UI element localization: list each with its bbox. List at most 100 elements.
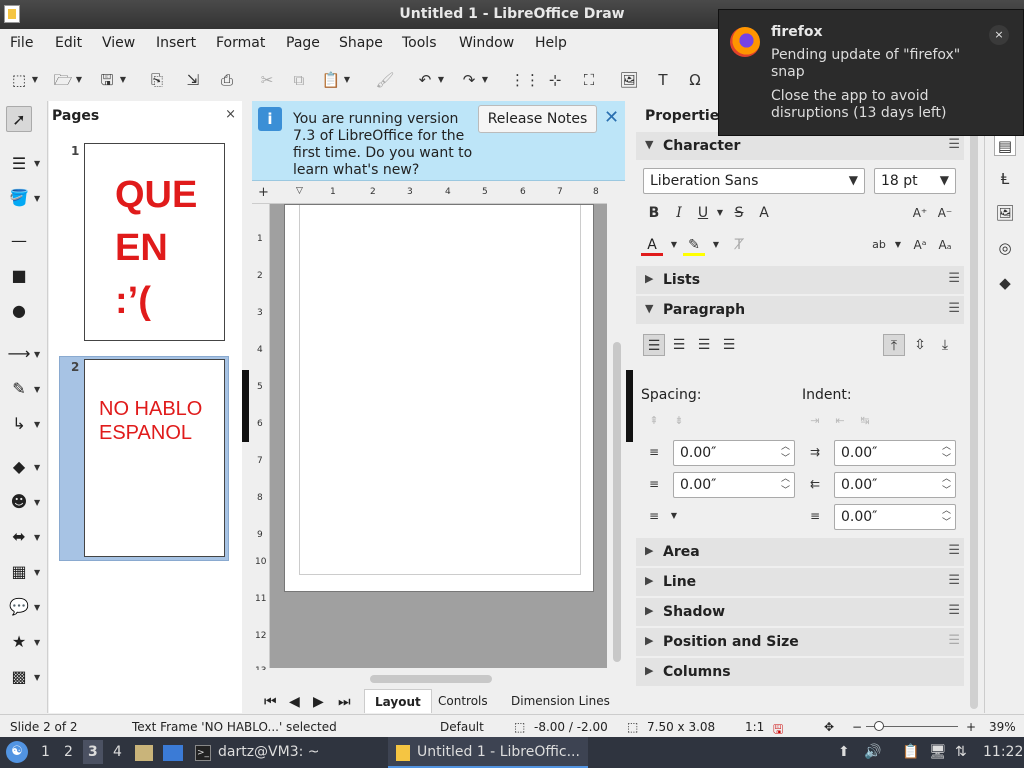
dropdown-arrow-icon[interactable]: ▼ bbox=[30, 69, 40, 91]
section-paragraph[interactable]: ▼ Paragraph ☰ bbox=[636, 296, 964, 324]
subscript-icon[interactable]: Aₐ bbox=[934, 234, 956, 256]
spin-arrows-icon[interactable]: ︿ ﹀ bbox=[942, 473, 951, 497]
menu-page[interactable]: Page bbox=[286, 35, 320, 51]
properties-deck-icon[interactable]: ▤ bbox=[994, 134, 1016, 156]
dropdown-arrow-icon[interactable]: ▼ bbox=[34, 159, 44, 168]
close-icon[interactable]: × bbox=[989, 25, 1009, 45]
section-line[interactable]: ▶ Line ☰ bbox=[636, 568, 964, 596]
page-thumbnail-2[interactable]: NO HABLO ESPANOL bbox=[84, 359, 225, 557]
dropdown-arrow-icon[interactable]: ▼ bbox=[887, 234, 909, 256]
menu-format[interactable]: Format bbox=[216, 35, 265, 51]
symbol-shapes-icon[interactable]: ☻ bbox=[6, 489, 32, 515]
dropdown-arrow-icon[interactable]: ▼ bbox=[34, 638, 44, 647]
dropdown-arrow-icon[interactable]: ▼ bbox=[436, 69, 446, 91]
terminal-task[interactable]: dartz@VM3: ~ bbox=[218, 744, 320, 760]
block-arrows-icon[interactable]: ⬌ bbox=[6, 524, 32, 550]
workspace-4[interactable]: 4 bbox=[113, 744, 122, 760]
clear-formatting-icon[interactable]: Ⱦ bbox=[728, 234, 750, 256]
align-center-icon[interactable]: ☰ bbox=[668, 334, 690, 356]
tab-dimension-lines[interactable]: Dimension Lines bbox=[511, 694, 610, 708]
dropdown-arrow-icon[interactable]: ▼ bbox=[34, 533, 44, 542]
section-columns[interactable]: ▶ Columns bbox=[636, 658, 964, 686]
menu-tools[interactable]: Tools bbox=[402, 35, 437, 51]
clone-formatting-icon[interactable]: 🖌 bbox=[374, 69, 396, 91]
page-thumbnail-1[interactable]: QUE EN :’( bbox=[84, 143, 225, 341]
dropdown-arrow-icon[interactable]: ▼ bbox=[34, 568, 44, 577]
fill-color-icon[interactable]: 🪣 bbox=[6, 185, 32, 211]
zoom-out-icon[interactable]: − bbox=[852, 720, 862, 734]
ellipse-tool-icon[interactable]: ● bbox=[6, 298, 32, 324]
export-icon[interactable]: ⎘ bbox=[146, 69, 168, 91]
rectangle-tool-icon[interactable]: ■ bbox=[6, 263, 32, 289]
decrease-spacing-icon[interactable]: ⇟ bbox=[668, 410, 690, 432]
insert-textbox-icon[interactable]: T bbox=[652, 69, 674, 91]
dropdown-arrow-icon[interactable]: ▼ bbox=[34, 385, 44, 394]
dropdown-arrow-icon[interactable]: ▼ bbox=[480, 69, 490, 91]
properties-scrollbar[interactable] bbox=[970, 129, 978, 709]
strikethrough-icon[interactable]: S bbox=[728, 202, 750, 224]
dropdown-arrow-icon[interactable]: ▼ bbox=[342, 69, 352, 91]
horizontal-ruler[interactable]: + ▽ 1 2 3 4 5 6 7 8 bbox=[252, 182, 607, 204]
align-middle-icon[interactable]: ⇳ bbox=[909, 334, 931, 356]
save-icon[interactable]: 🖫 bbox=[96, 69, 118, 91]
clipboard-icon[interactable]: 📋 bbox=[902, 744, 919, 760]
gallery-deck-icon[interactable]: 🖼 bbox=[994, 202, 1016, 224]
dropdown-arrow-icon[interactable]: ▼ bbox=[34, 420, 44, 429]
menu-window[interactable]: Window bbox=[459, 35, 514, 51]
panel-collapse-handle[interactable] bbox=[626, 370, 633, 442]
workspace-1[interactable]: 1 bbox=[41, 744, 50, 760]
indent-after-input[interactable]: 0.00″ ︿ ﹀ bbox=[834, 472, 956, 498]
basic-shapes-icon[interactable]: ◆ bbox=[6, 454, 32, 480]
copy-icon[interactable]: ⧉ bbox=[288, 69, 310, 91]
dropdown-arrow-icon[interactable]: ▼ bbox=[34, 498, 44, 507]
insert-image-icon[interactable]: 🖼 bbox=[618, 69, 640, 91]
menu-shape[interactable]: Shape bbox=[339, 35, 383, 51]
scroll-thumb[interactable] bbox=[370, 675, 492, 683]
spin-arrows-icon[interactable]: ︿ ﹀ bbox=[781, 441, 790, 465]
menu-edit[interactable]: Edit bbox=[55, 35, 82, 51]
superscript-icon[interactable]: Aᵃ bbox=[909, 234, 931, 256]
menu-icon[interactable]: ☰ bbox=[948, 573, 960, 588]
menu-icon[interactable]: ☰ bbox=[948, 603, 960, 618]
align-bottom-icon[interactable]: ⤓ bbox=[934, 334, 956, 356]
helplines-icon[interactable]: ⊹ bbox=[544, 69, 566, 91]
section-lists[interactable]: ▶ Lists ☰ bbox=[636, 266, 964, 294]
font-name-select[interactable]: Liberation Sans ▼ bbox=[643, 168, 865, 194]
font-size-select[interactable]: 18 pt ▼ bbox=[874, 168, 956, 194]
stars-icon[interactable]: ★ bbox=[6, 629, 32, 655]
draw-task[interactable]: Untitled 1 - LibreOffic... bbox=[417, 744, 580, 760]
prev-page-icon[interactable]: ◀ bbox=[289, 694, 300, 710]
vertical-scrollbar[interactable] bbox=[609, 182, 626, 668]
menu-icon[interactable]: ☰ bbox=[948, 137, 960, 152]
app-menu-icon[interactable]: ☯ bbox=[6, 741, 28, 763]
menu-file[interactable]: File bbox=[10, 35, 33, 51]
dropdown-arrow-icon[interactable]: ▼ bbox=[34, 673, 44, 682]
section-area[interactable]: ▶ Area ☰ bbox=[636, 538, 964, 566]
menu-icon[interactable]: ☰ bbox=[948, 633, 960, 648]
display-icon[interactable]: 🖥 bbox=[929, 744, 947, 760]
volume-icon[interactable]: 🔊 bbox=[864, 744, 881, 760]
menu-help[interactable]: Help bbox=[535, 35, 567, 51]
workspace-3[interactable]: 3 bbox=[83, 740, 103, 764]
fit-page-icon[interactable]: ✥ bbox=[824, 720, 834, 734]
menu-icon[interactable]: ☰ bbox=[948, 301, 960, 316]
grow-font-icon[interactable]: A⁺ bbox=[909, 202, 931, 224]
zoom-page-icon[interactable]: ⛶ bbox=[578, 69, 600, 91]
lines-arrows-icon[interactable]: ⟶ bbox=[6, 341, 32, 367]
menu-icon[interactable]: ☰ bbox=[948, 543, 960, 558]
section-shadow[interactable]: ▶ Shadow ☰ bbox=[636, 598, 964, 626]
flowchart-icon[interactable]: ▦ bbox=[6, 559, 32, 585]
dropdown-arrow-icon[interactable]: ▼ bbox=[34, 463, 44, 472]
files-icon[interactable] bbox=[135, 745, 153, 761]
menu-insert[interactable]: Insert bbox=[156, 35, 196, 51]
section-character[interactable]: ▼ Character ☰ bbox=[636, 132, 964, 160]
curves-icon[interactable]: ✎ bbox=[6, 376, 32, 402]
workspace-2[interactable]: 2 bbox=[64, 744, 73, 760]
export-pdf-icon[interactable]: ⇲ bbox=[182, 69, 204, 91]
network-icon[interactable]: ⇅ bbox=[955, 744, 967, 760]
grid-icon[interactable]: ⋮⋮ bbox=[510, 69, 540, 91]
desktop-icon[interactable] bbox=[163, 745, 183, 761]
menu-view[interactable]: View bbox=[102, 35, 135, 51]
close-icon[interactable]: × bbox=[225, 107, 236, 122]
zoom-in-icon[interactable]: + bbox=[966, 720, 976, 734]
